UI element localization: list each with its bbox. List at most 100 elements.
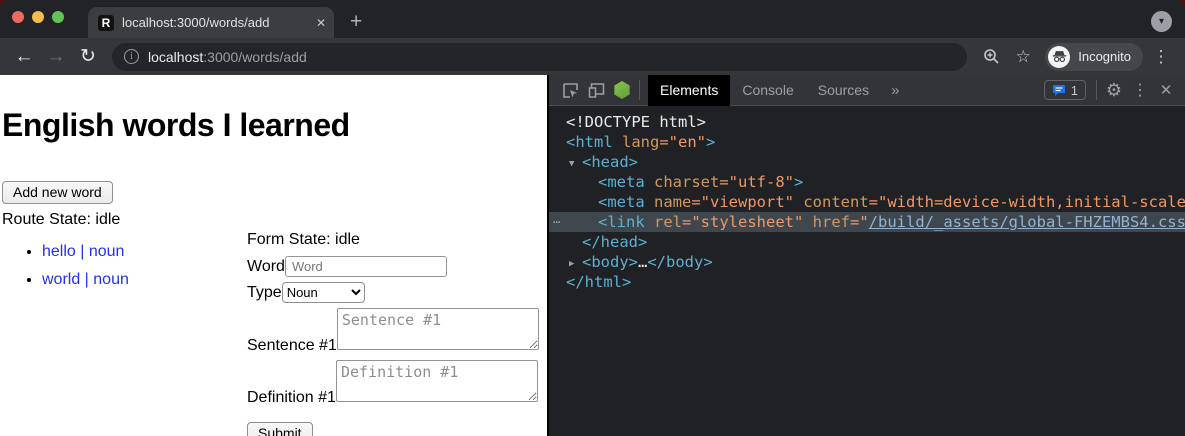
word-list: hello | noun world | noun bbox=[2, 243, 247, 436]
tab-strip: R localhost:3000/words/add ✕ + ▾ bbox=[0, 0, 1185, 38]
code-token-attr: name bbox=[645, 193, 692, 211]
code-token-attr: charset bbox=[645, 173, 720, 191]
word-link[interactable]: hello | noun bbox=[42, 243, 124, 260]
browser-tab[interactable]: R localhost:3000/words/add ✕ bbox=[88, 7, 334, 38]
dom-node[interactable]: <meta name="viewport" content="width=dev… bbox=[549, 192, 1185, 212]
node-devtools-icon[interactable] bbox=[609, 77, 635, 103]
devtools-tabs: ElementsConsoleSources bbox=[648, 75, 881, 106]
toolbar-divider bbox=[639, 80, 640, 100]
word-list-item: hello | noun bbox=[42, 243, 247, 261]
code-token-attr: href bbox=[803, 213, 850, 231]
dom-node[interactable]: ▼<head> bbox=[549, 152, 1185, 172]
web-page: English words I learned Add new word Rou… bbox=[0, 75, 547, 436]
type-select[interactable]: Noun bbox=[282, 282, 365, 303]
code-token-plain: <!DOCTYPE html> bbox=[566, 113, 706, 131]
back-button[interactable]: ← bbox=[10, 43, 38, 71]
code-token-link[interactable]: /build/_assets/global-FHZEMBS4.css bbox=[869, 213, 1185, 231]
code-token-tag: <html bbox=[566, 133, 613, 151]
code-token-val: ="width=device-width,initial-scale=1" bbox=[869, 193, 1185, 211]
browser-window: R localhost:3000/words/add ✕ + ▾ ← → ↻ i… bbox=[0, 0, 1185, 436]
submit-button[interactable]: Submit bbox=[247, 422, 313, 436]
word-link[interactable]: world | noun bbox=[42, 271, 129, 288]
dom-node[interactable]: ▶<body>…</body> bbox=[549, 252, 1185, 272]
url-host: localhost bbox=[148, 49, 203, 65]
expand-arrow-icon[interactable]: ▶ bbox=[569, 254, 582, 274]
devtools-tab-sources[interactable]: Sources bbox=[806, 75, 881, 106]
url-path: :3000/words/add bbox=[203, 49, 307, 65]
form-state-text: Form State: idle bbox=[247, 231, 539, 249]
code-token-tag: <body> bbox=[582, 253, 638, 271]
maximize-window-button[interactable] bbox=[52, 11, 64, 23]
tab-search-button[interactable]: ▾ bbox=[1151, 11, 1172, 32]
code-token-tag: </body> bbox=[647, 253, 712, 271]
page-title: English words I learned bbox=[2, 107, 547, 144]
type-label: Type bbox=[247, 284, 282, 301]
code-token-tag: </head> bbox=[582, 233, 647, 251]
code-token-tag: > bbox=[706, 133, 715, 151]
dom-node-selected[interactable]: ⋯ <link rel="stylesheet" href="/build/_as… bbox=[549, 212, 1185, 232]
incognito-icon bbox=[1048, 46, 1070, 68]
route-state-text: Route State: idle bbox=[2, 211, 547, 229]
devtools-tab-console[interactable]: Console bbox=[730, 75, 805, 106]
code-token-tag: </html> bbox=[566, 273, 631, 291]
reload-button[interactable]: ↻ bbox=[74, 43, 102, 71]
code-token-attr: rel bbox=[645, 213, 682, 231]
code-token-val: ="utf-8" bbox=[719, 173, 794, 191]
code-token-tag: <head> bbox=[582, 153, 638, 171]
dom-node[interactable]: <html lang="en"> bbox=[549, 132, 1185, 152]
add-word-form: Form State: idle Word TypeNoun Sentence … bbox=[247, 231, 539, 436]
devtools-close-icon[interactable]: ✕ bbox=[1153, 77, 1179, 103]
devtools-tab-elements[interactable]: Elements bbox=[648, 75, 730, 106]
inspect-element-icon[interactable] bbox=[557, 77, 583, 103]
definition-label: Definition #1 bbox=[247, 389, 336, 406]
browser-menu-icon[interactable]: ⋮ bbox=[1147, 43, 1175, 71]
incognito-label: Incognito bbox=[1078, 49, 1131, 64]
word-label: Word bbox=[247, 258, 285, 275]
devtools-panel: ElementsConsoleSources » 1 ⚙ ⋮ ✕ <!DOCTY… bbox=[547, 75, 1185, 436]
dom-node[interactable]: <!DOCTYPE html> bbox=[549, 112, 1185, 132]
devtools-menu-icon[interactable]: ⋮ bbox=[1127, 77, 1153, 103]
bookmark-star-icon[interactable]: ☆ bbox=[1009, 43, 1037, 71]
node-menu-dots-icon[interactable]: ⋯ bbox=[553, 212, 561, 232]
zoom-icon[interactable] bbox=[977, 43, 1005, 71]
code-token-tag: > bbox=[794, 173, 803, 191]
code-token-tag: <link bbox=[598, 213, 645, 231]
add-new-word-button[interactable]: Add new word bbox=[2, 181, 113, 204]
close-window-button[interactable] bbox=[12, 11, 24, 23]
word-input[interactable] bbox=[285, 256, 447, 277]
issues-badge[interactable]: 1 bbox=[1044, 80, 1086, 100]
message-bubble-icon bbox=[1052, 84, 1066, 97]
incognito-badge: Incognito bbox=[1045, 43, 1143, 71]
remix-favicon-icon: R bbox=[98, 15, 114, 31]
browser-toolbar: ← → ↻ i localhost:3000/words/add ☆ Incog… bbox=[0, 38, 1185, 75]
definition-textarea[interactable] bbox=[336, 360, 538, 402]
dom-node[interactable]: </head> bbox=[549, 232, 1185, 252]
devtools-settings-icon[interactable]: ⚙ bbox=[1101, 77, 1127, 103]
expand-arrow-icon[interactable]: ▼ bbox=[569, 154, 582, 174]
code-token-tag: <meta bbox=[598, 193, 645, 211]
code-token-val: ="stylesheet" bbox=[682, 213, 803, 231]
code-token-val: =" bbox=[850, 213, 869, 231]
minimize-window-button[interactable] bbox=[32, 11, 44, 23]
dom-node[interactable]: <meta charset="utf-8"> bbox=[549, 172, 1185, 192]
devtools-toolbar: ElementsConsoleSources » 1 ⚙ ⋮ ✕ bbox=[549, 75, 1185, 106]
word-list-item: world | noun bbox=[42, 271, 247, 289]
code-token-attr: content bbox=[794, 193, 869, 211]
window-controls bbox=[12, 11, 64, 23]
code-token-val: ="viewport" bbox=[691, 193, 794, 211]
elements-tree: <!DOCTYPE html><html lang="en">▼<head><m… bbox=[549, 106, 1185, 436]
site-info-icon[interactable]: i bbox=[124, 49, 139, 64]
new-tab-button[interactable]: + bbox=[350, 10, 362, 34]
dom-node[interactable]: </html> bbox=[549, 272, 1185, 292]
code-token-tag: <meta bbox=[598, 173, 645, 191]
device-toolbar-icon[interactable] bbox=[583, 77, 609, 103]
code-token-val: ="en" bbox=[659, 133, 706, 151]
tab-title: localhost:3000/words/add bbox=[122, 15, 310, 30]
address-bar[interactable]: i localhost:3000/words/add bbox=[112, 43, 967, 71]
code-token-attr: lang bbox=[613, 133, 660, 151]
code-token-plain: … bbox=[638, 253, 647, 271]
url-text: localhost:3000/words/add bbox=[148, 49, 307, 65]
tab-close-icon[interactable]: ✕ bbox=[316, 16, 326, 30]
more-tabs-icon[interactable]: » bbox=[881, 82, 909, 99]
sentence-textarea[interactable] bbox=[337, 308, 539, 350]
